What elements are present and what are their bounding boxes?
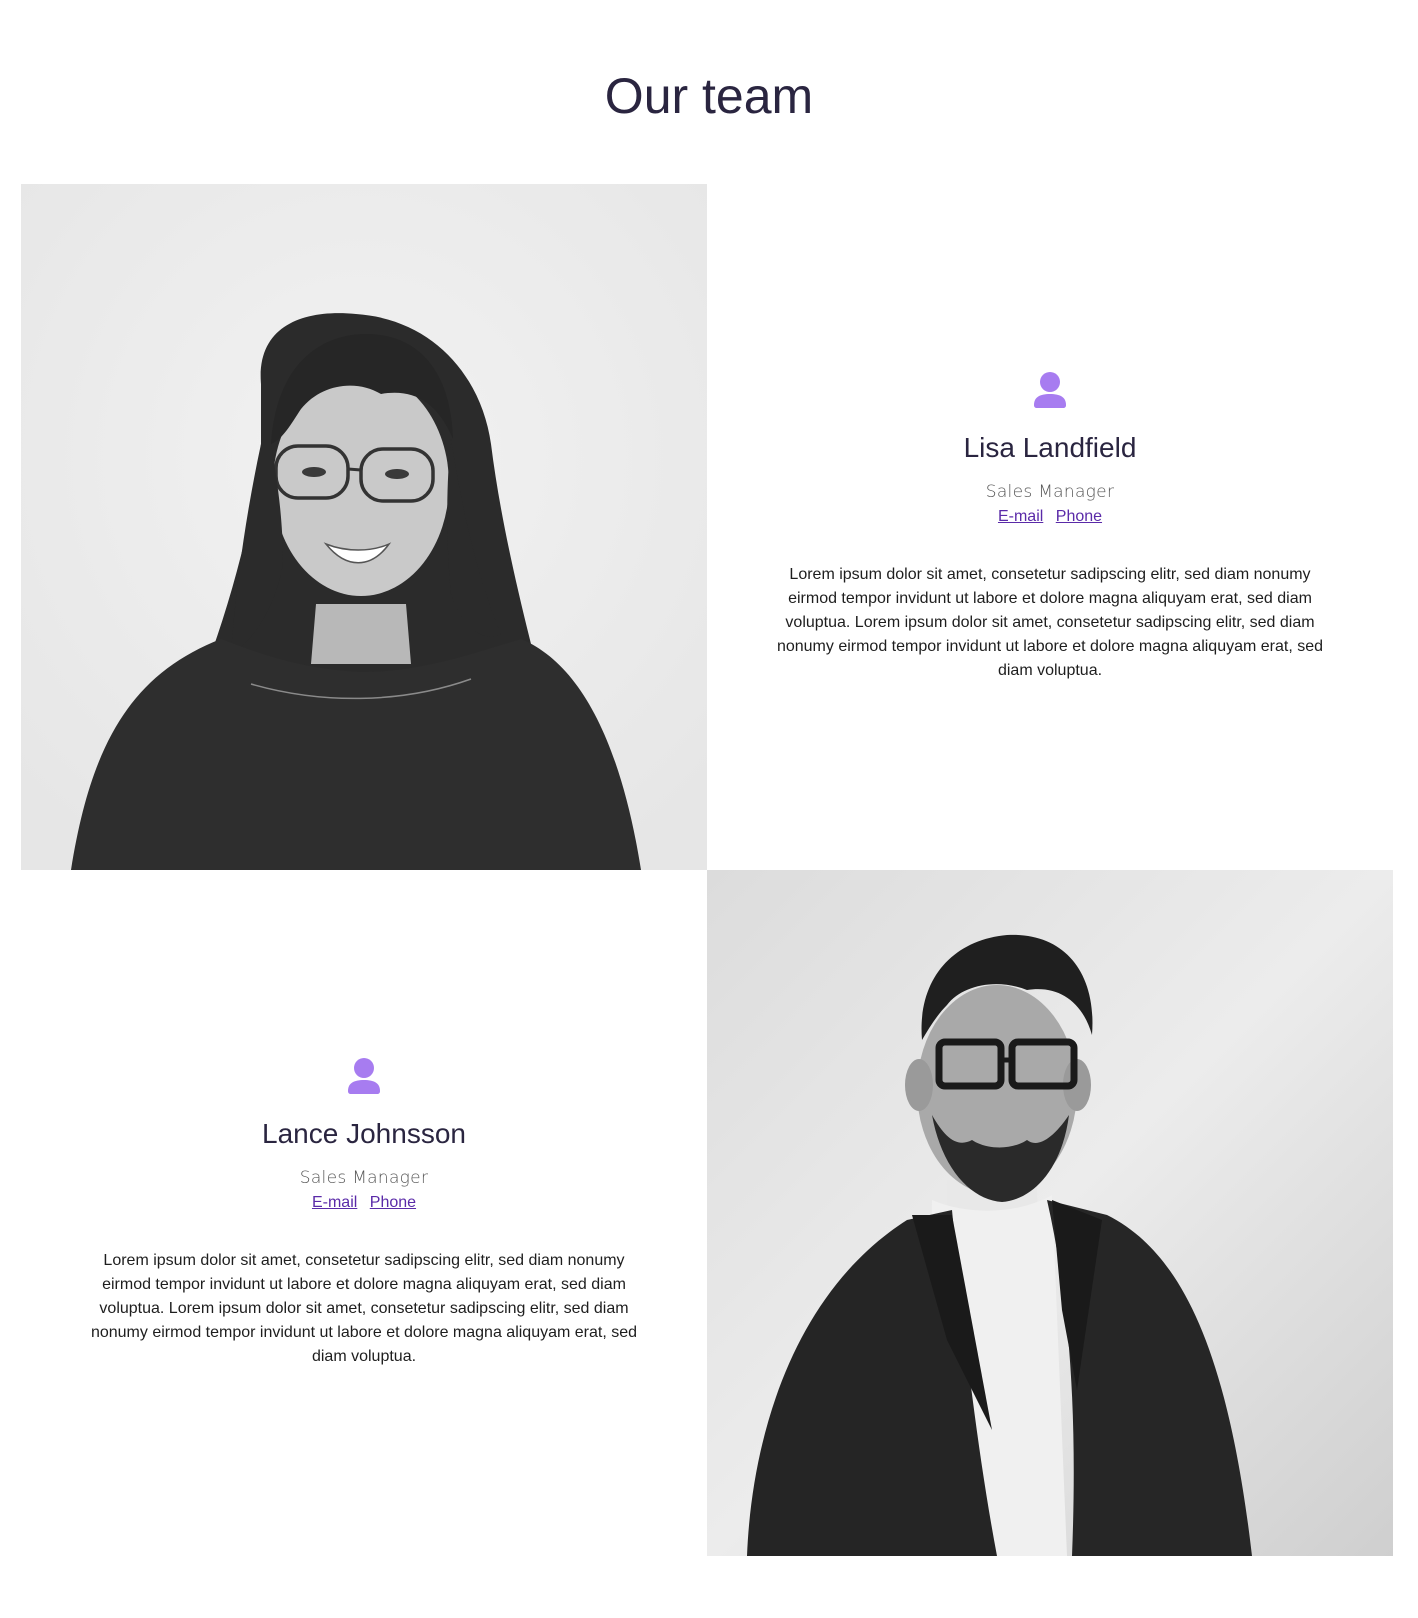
member-bio: Lorem ipsum dolor sit amet, consetetur s…: [90, 1252, 638, 1365]
member-role: Sales Manager: [299, 1168, 429, 1188]
member-photo-lisa: [21, 184, 707, 870]
member-card-lance: Lance Johnsson Sales Manager E-mail Phon…: [21, 870, 707, 1556]
member-contact-links: E-mail Phone: [308, 1193, 420, 1213]
page-title: Our team: [604, 68, 814, 124]
phone-link[interactable]: Phone: [370, 1194, 416, 1211]
member-contact-links: E-mail Phone: [994, 507, 1106, 527]
member-name: Lisa Landfield: [963, 432, 1137, 463]
member-bio: Lorem ipsum dolor sit amet, consetetur s…: [776, 566, 1324, 679]
member-photo-lance: [707, 870, 1393, 1556]
email-link[interactable]: E-mail: [998, 508, 1043, 525]
email-link[interactable]: E-mail: [312, 1194, 357, 1211]
phone-link[interactable]: Phone: [1056, 508, 1102, 525]
person-icon: [345, 1057, 383, 1095]
member-name: Lance Johnsson: [262, 1118, 466, 1149]
person-icon: [1031, 371, 1069, 409]
member-role: Sales Manager: [985, 482, 1115, 502]
team-page: Our team Lisa Landfield Sales Manager E-…: [0, 0, 1418, 1618]
member-card-lisa: Lisa Landfield Sales Manager E-mail Phon…: [707, 184, 1393, 870]
